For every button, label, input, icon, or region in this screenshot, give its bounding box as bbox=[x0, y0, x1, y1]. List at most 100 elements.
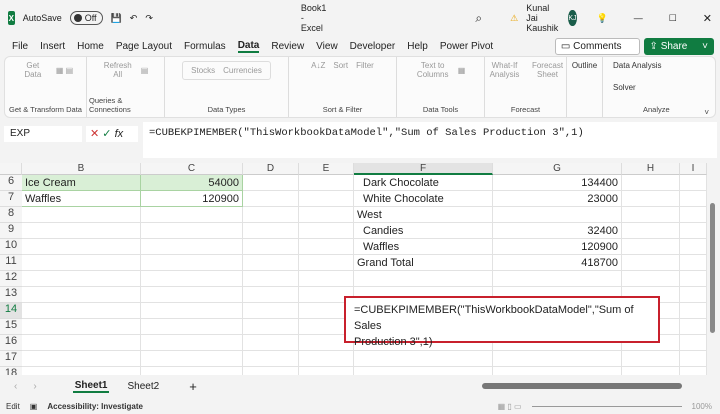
cell-c15[interactable] bbox=[141, 319, 243, 335]
cell-b6[interactable]: Ice Cream bbox=[22, 175, 141, 191]
cell-c6[interactable]: 54000 bbox=[141, 175, 243, 191]
row-header-15[interactable]: 15 bbox=[0, 319, 22, 335]
cell-i16[interactable] bbox=[680, 335, 707, 351]
what-if-button[interactable]: What-If Analysis bbox=[487, 61, 523, 79]
cell-e6[interactable] bbox=[299, 175, 354, 191]
tab-insert[interactable]: Insert bbox=[40, 41, 65, 52]
column-header-D[interactable]: D bbox=[243, 163, 299, 175]
cell-b13[interactable] bbox=[22, 287, 141, 303]
cell-c12[interactable] bbox=[141, 271, 243, 287]
prev-sheet-icon[interactable]: ‹ bbox=[14, 381, 17, 392]
cell-b12[interactable] bbox=[22, 271, 141, 287]
lightbulb-icon[interactable]: 💡 bbox=[597, 13, 608, 24]
cell-e8[interactable] bbox=[299, 207, 354, 223]
search-icon[interactable]: ⌕ bbox=[475, 11, 482, 26]
forecast-sheet-button[interactable]: Forecast Sheet bbox=[531, 61, 565, 79]
collapse-ribbon-icon[interactable]: ˅ bbox=[704, 108, 709, 117]
cell-g7[interactable]: 23000 bbox=[493, 191, 622, 207]
formula-bar[interactable]: =CUBEKPIMEMBER("ThisWorkbookDataModel","… bbox=[143, 122, 717, 158]
cell-c14[interactable] bbox=[141, 303, 243, 319]
column-header-F[interactable]: F bbox=[354, 163, 493, 175]
cell-f10[interactable]: Waffles bbox=[354, 239, 493, 255]
scroll-thumb[interactable] bbox=[710, 203, 715, 333]
cell-g18[interactable] bbox=[493, 367, 622, 375]
solver-button[interactable]: Solver bbox=[613, 83, 636, 92]
undo-icon[interactable]: ↶ bbox=[130, 13, 138, 24]
cell-d18[interactable] bbox=[243, 367, 299, 375]
stocks-button[interactable]: Stocks bbox=[191, 66, 215, 75]
table-icon[interactable]: ▦ ▤ bbox=[56, 66, 73, 75]
redo-icon[interactable]: ↷ bbox=[145, 13, 153, 24]
cell-d12[interactable] bbox=[243, 271, 299, 287]
cell-f11[interactable]: Grand Total bbox=[354, 255, 493, 271]
cell-e12[interactable] bbox=[299, 271, 354, 287]
cell-h17[interactable] bbox=[622, 351, 680, 367]
cancel-icon[interactable]: ✕ bbox=[90, 128, 99, 140]
cell-i6[interactable] bbox=[680, 175, 707, 191]
row-header-8[interactable]: 8 bbox=[0, 207, 22, 223]
save-icon[interactable]: 💾 bbox=[111, 13, 122, 24]
cell-h18[interactable] bbox=[622, 367, 680, 375]
view-icons[interactable]: ▦ ▯ ▭ bbox=[498, 402, 522, 411]
cell-e10[interactable] bbox=[299, 239, 354, 255]
cell-b10[interactable] bbox=[22, 239, 141, 255]
zoom-slider[interactable] bbox=[531, 405, 682, 407]
horizontal-scrollbar[interactable] bbox=[442, 381, 712, 391]
cell-h11[interactable] bbox=[622, 255, 680, 271]
tab-home[interactable]: Home bbox=[77, 41, 104, 52]
cell-d10[interactable] bbox=[243, 239, 299, 255]
cell-d6[interactable] bbox=[243, 175, 299, 191]
cell-i14[interactable] bbox=[680, 303, 707, 319]
cell-d17[interactable] bbox=[243, 351, 299, 367]
cell-d14[interactable] bbox=[243, 303, 299, 319]
close-icon[interactable]: ✕ bbox=[703, 12, 712, 25]
row-header-17[interactable]: 17 bbox=[0, 351, 22, 367]
cell-h7[interactable] bbox=[622, 191, 680, 207]
cell-h10[interactable] bbox=[622, 239, 680, 255]
cell-i15[interactable] bbox=[680, 319, 707, 335]
cell-b7[interactable]: Waffles bbox=[22, 191, 141, 207]
cell-g8[interactable] bbox=[493, 207, 622, 223]
cell-c17[interactable] bbox=[141, 351, 243, 367]
row-header-13[interactable]: 13 bbox=[0, 287, 22, 303]
cell-f8[interactable]: West bbox=[354, 207, 493, 223]
refresh-all-button[interactable]: Refresh All bbox=[103, 61, 133, 79]
column-header-I[interactable]: I bbox=[680, 163, 707, 175]
get-data-button[interactable]: Get Data bbox=[18, 61, 48, 79]
cell-i13[interactable] bbox=[680, 287, 707, 303]
cell-c11[interactable] bbox=[141, 255, 243, 271]
cell-h6[interactable] bbox=[622, 175, 680, 191]
vertical-scrollbar[interactable] bbox=[707, 163, 718, 375]
macro-icon[interactable]: ▣ bbox=[30, 402, 38, 411]
cell-d11[interactable] bbox=[243, 255, 299, 271]
cell-d8[interactable] bbox=[243, 207, 299, 223]
queries-icon[interactable]: ▤ bbox=[141, 66, 149, 75]
tab-developer[interactable]: Developer bbox=[350, 41, 396, 52]
cell-b15[interactable] bbox=[22, 319, 141, 335]
avatar[interactable]: KJ bbox=[568, 10, 577, 26]
currencies-button[interactable]: Currencies bbox=[223, 66, 262, 75]
cell-i12[interactable] bbox=[680, 271, 707, 287]
cell-f7[interactable]: White Chocolate bbox=[354, 191, 493, 207]
cell-b17[interactable] bbox=[22, 351, 141, 367]
column-header-H[interactable]: H bbox=[622, 163, 680, 175]
cell-e11[interactable] bbox=[299, 255, 354, 271]
cell-c10[interactable] bbox=[141, 239, 243, 255]
cell-g9[interactable]: 32400 bbox=[493, 223, 622, 239]
cell-g17[interactable] bbox=[493, 351, 622, 367]
maximize-icon[interactable]: ☐ bbox=[669, 13, 677, 24]
add-sheet-icon[interactable]: + bbox=[189, 379, 197, 394]
cell-d9[interactable] bbox=[243, 223, 299, 239]
cell-d13[interactable] bbox=[243, 287, 299, 303]
cell-i8[interactable] bbox=[680, 207, 707, 223]
row-header-12[interactable]: 12 bbox=[0, 271, 22, 287]
cell-e9[interactable] bbox=[299, 223, 354, 239]
text-to-columns-button[interactable]: Text to Columns bbox=[416, 61, 450, 79]
tab-power-pivot[interactable]: Power Pivot bbox=[440, 41, 493, 52]
enter-icon[interactable]: ✓ bbox=[102, 128, 111, 140]
row-header-7[interactable]: 7 bbox=[0, 191, 22, 207]
cell-b16[interactable] bbox=[22, 335, 141, 351]
select-all[interactable] bbox=[0, 163, 22, 175]
cell-d15[interactable] bbox=[243, 319, 299, 335]
outline-button[interactable]: Outline bbox=[572, 61, 597, 70]
